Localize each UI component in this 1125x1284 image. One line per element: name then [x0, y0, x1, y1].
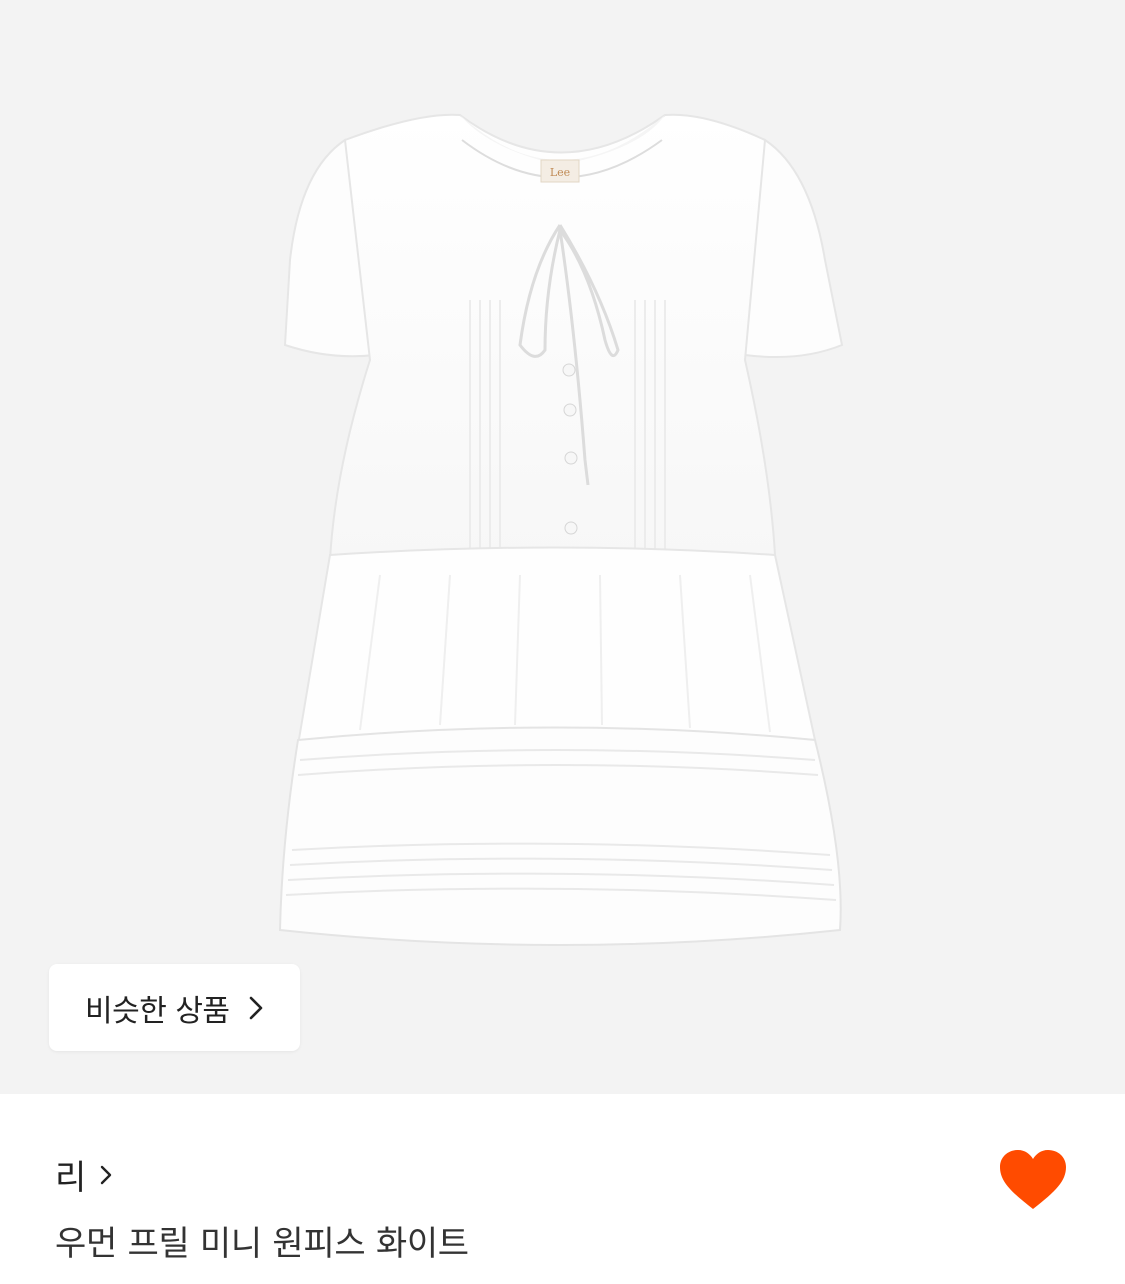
similar-products-button[interactable]: 비슷한 상품 — [49, 964, 300, 1051]
product-image[interactable]: Lee 비슷한 상품 — [0, 0, 1125, 1094]
like-button[interactable] — [998, 1149, 1068, 1213]
garment-label: Lee — [550, 166, 570, 179]
similar-products-label: 비슷한 상품 — [85, 993, 230, 1029]
chevron-right-icon — [100, 1164, 112, 1186]
brand-name: 리 — [55, 1158, 87, 1198]
dress-photo: Lee — [278, 113, 844, 946]
brand-link[interactable]: 리 — [55, 1150, 112, 1199]
heart-icon — [1000, 1150, 1066, 1209]
product-name: 우먼 프릴 미니 원피스 화이트 — [55, 1224, 469, 1264]
chevron-right-icon — [248, 995, 264, 1021]
product-info: 리 우먼 프릴 미니 원피스 화이트 — [0, 1094, 1125, 1284]
